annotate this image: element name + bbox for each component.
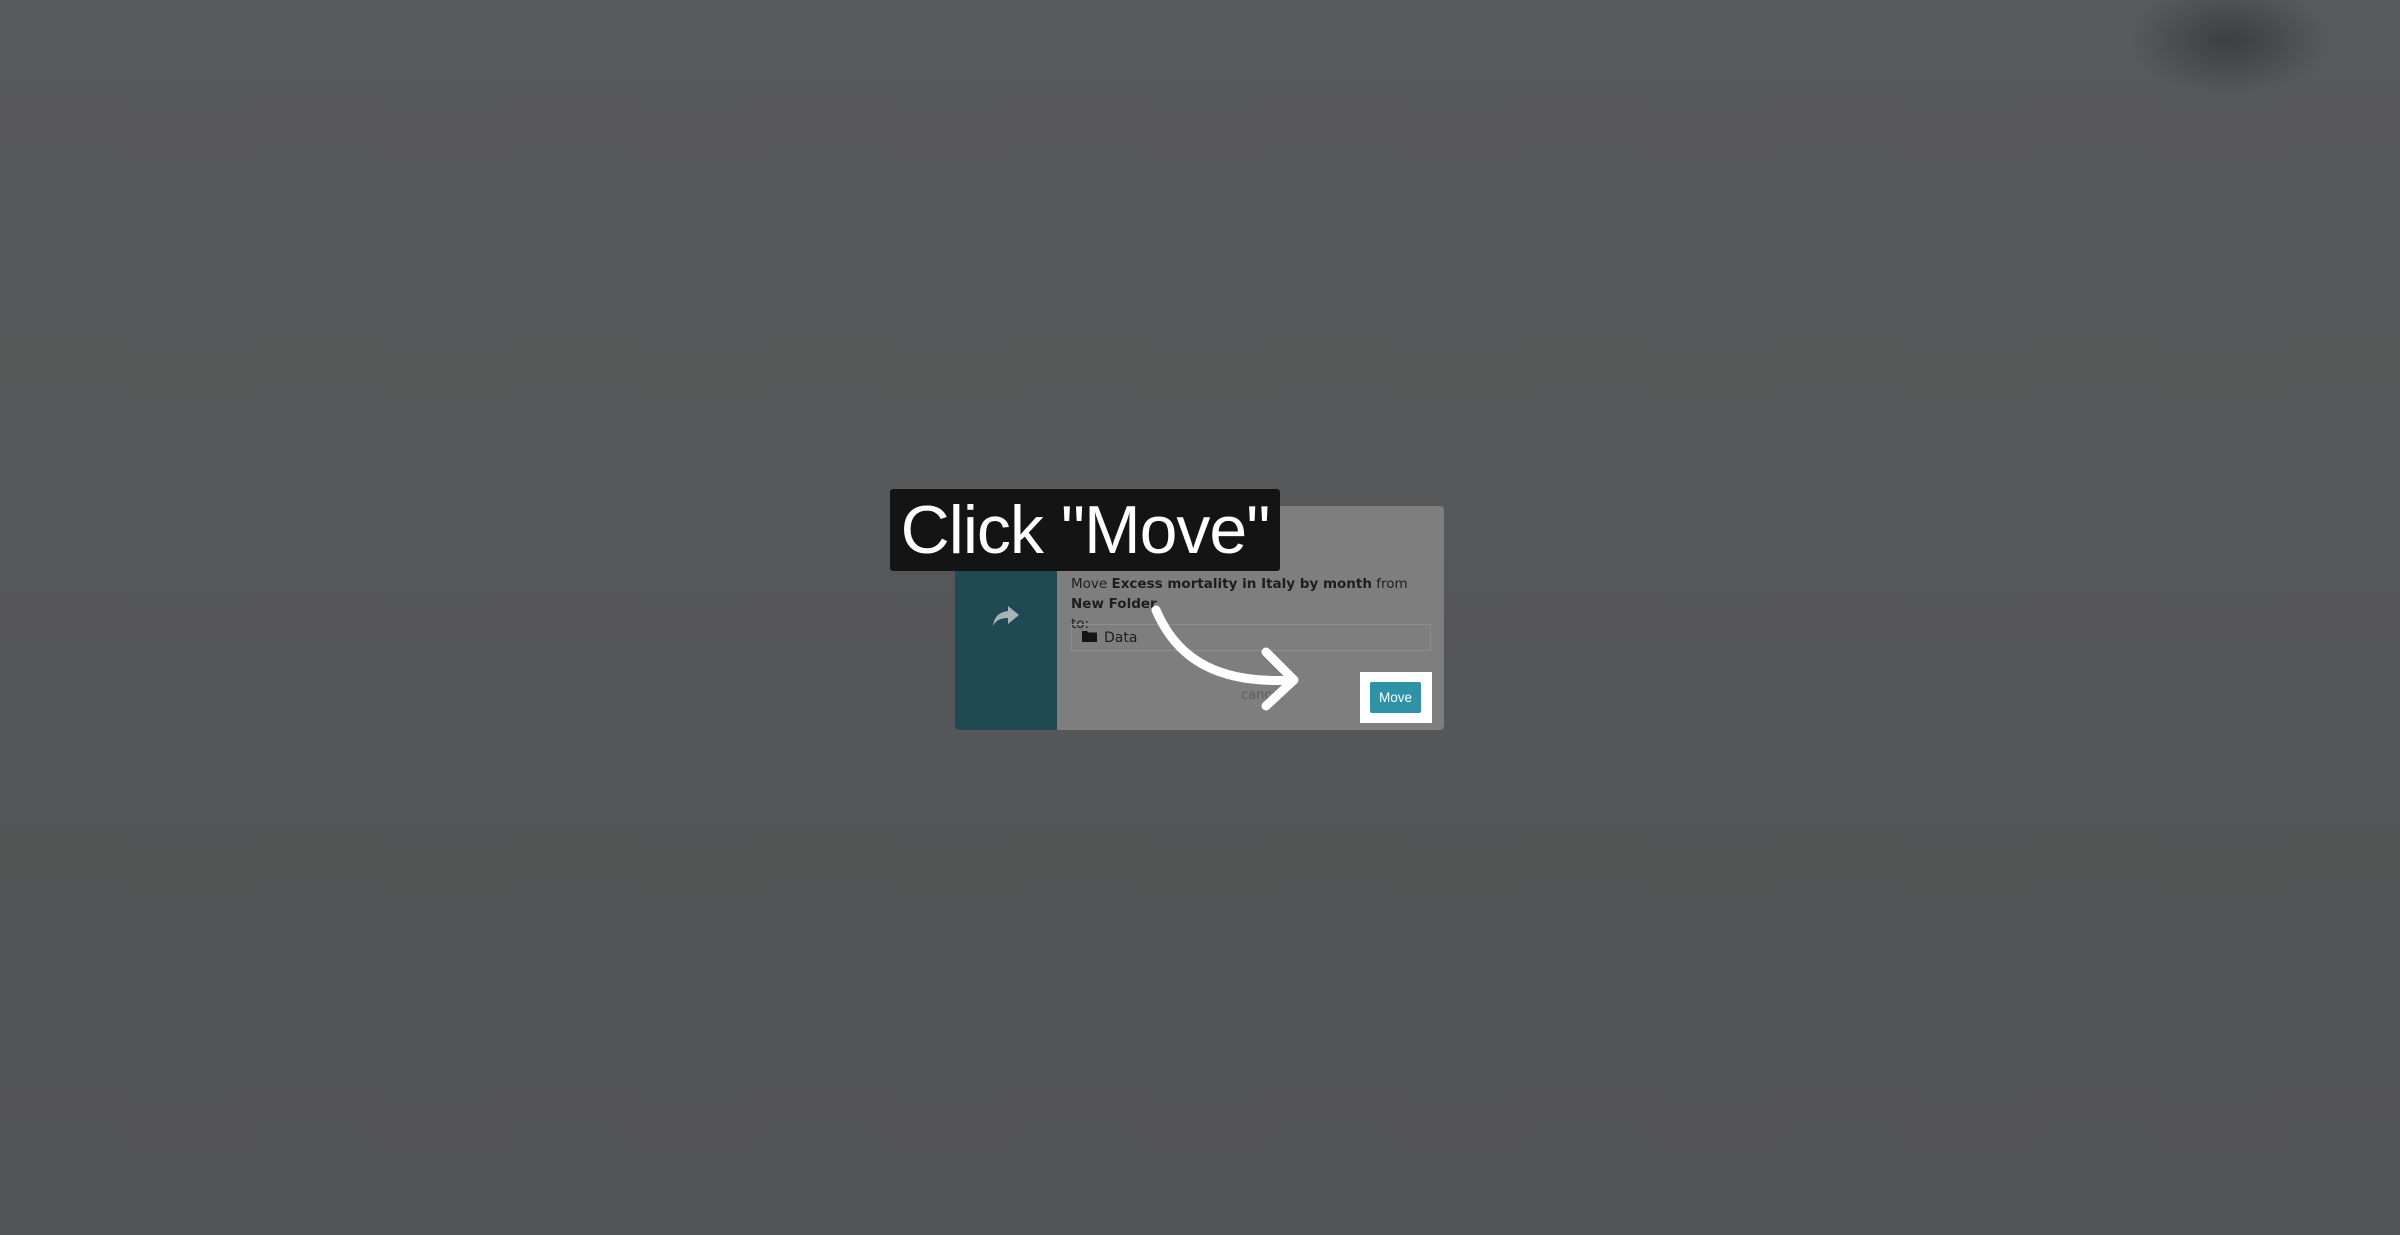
tutorial-instruction: Click "Move" [890, 489, 1280, 571]
pointer-arrow [1151, 605, 1299, 711]
